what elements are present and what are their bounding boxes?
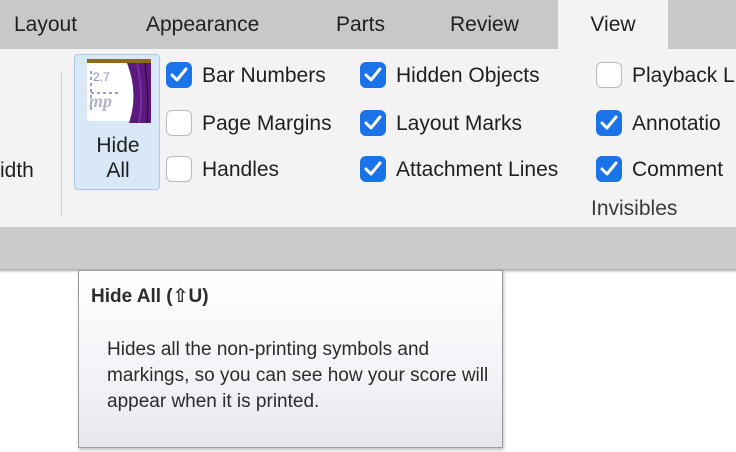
- checkbox-unchecked-icon: [166, 156, 192, 182]
- checkbox-checked-icon: [596, 156, 622, 182]
- invisibles-group-label: Invisibles: [591, 197, 678, 220]
- checkbox-checked-icon: [166, 62, 192, 88]
- ribbon-bottom-band: [0, 227, 736, 269]
- partial-width-label[interactable]: idth: [0, 159, 34, 183]
- curtain-icon: 2.7 mp: [87, 59, 151, 124]
- checkbox-checked-icon: [360, 62, 386, 88]
- checkbox-unchecked-icon: [166, 110, 192, 136]
- checkbox-checked-icon: [360, 156, 386, 182]
- tooltip-body: Hides all the non-printing symbols and m…: [107, 339, 489, 412]
- tab-appearance[interactable]: Appearance: [146, 0, 259, 49]
- ribbon-tab-bar: Layout Appearance Parts Review View: [0, 0, 736, 49]
- hide-all-button[interactable]: 2.7 mp Hide All: [74, 54, 160, 190]
- tab-parts[interactable]: Parts: [336, 0, 385, 49]
- tab-review[interactable]: Review: [450, 0, 519, 49]
- hide-all-label: Hide All: [96, 134, 140, 182]
- svg-text:2.7: 2.7: [93, 70, 110, 84]
- tab-view[interactable]: View: [558, 0, 668, 49]
- checkbox-checked-icon: [360, 110, 386, 136]
- tab-layout[interactable]: Layout: [14, 0, 77, 49]
- tooltip-title: Hide All (⇧U): [91, 286, 209, 307]
- svg-text:mp: mp: [89, 91, 112, 111]
- ribbon-panel: idth 2.7 mp Hide All Bar Numbers Page Ma…: [0, 49, 736, 227]
- ribbon-divider: [61, 71, 62, 217]
- checkbox-checked-icon: [596, 110, 622, 136]
- checkbox-unchecked-icon: [596, 62, 622, 88]
- hide-all-tooltip: Hide All (⇧U) Hides all the non-printing…: [78, 270, 503, 448]
